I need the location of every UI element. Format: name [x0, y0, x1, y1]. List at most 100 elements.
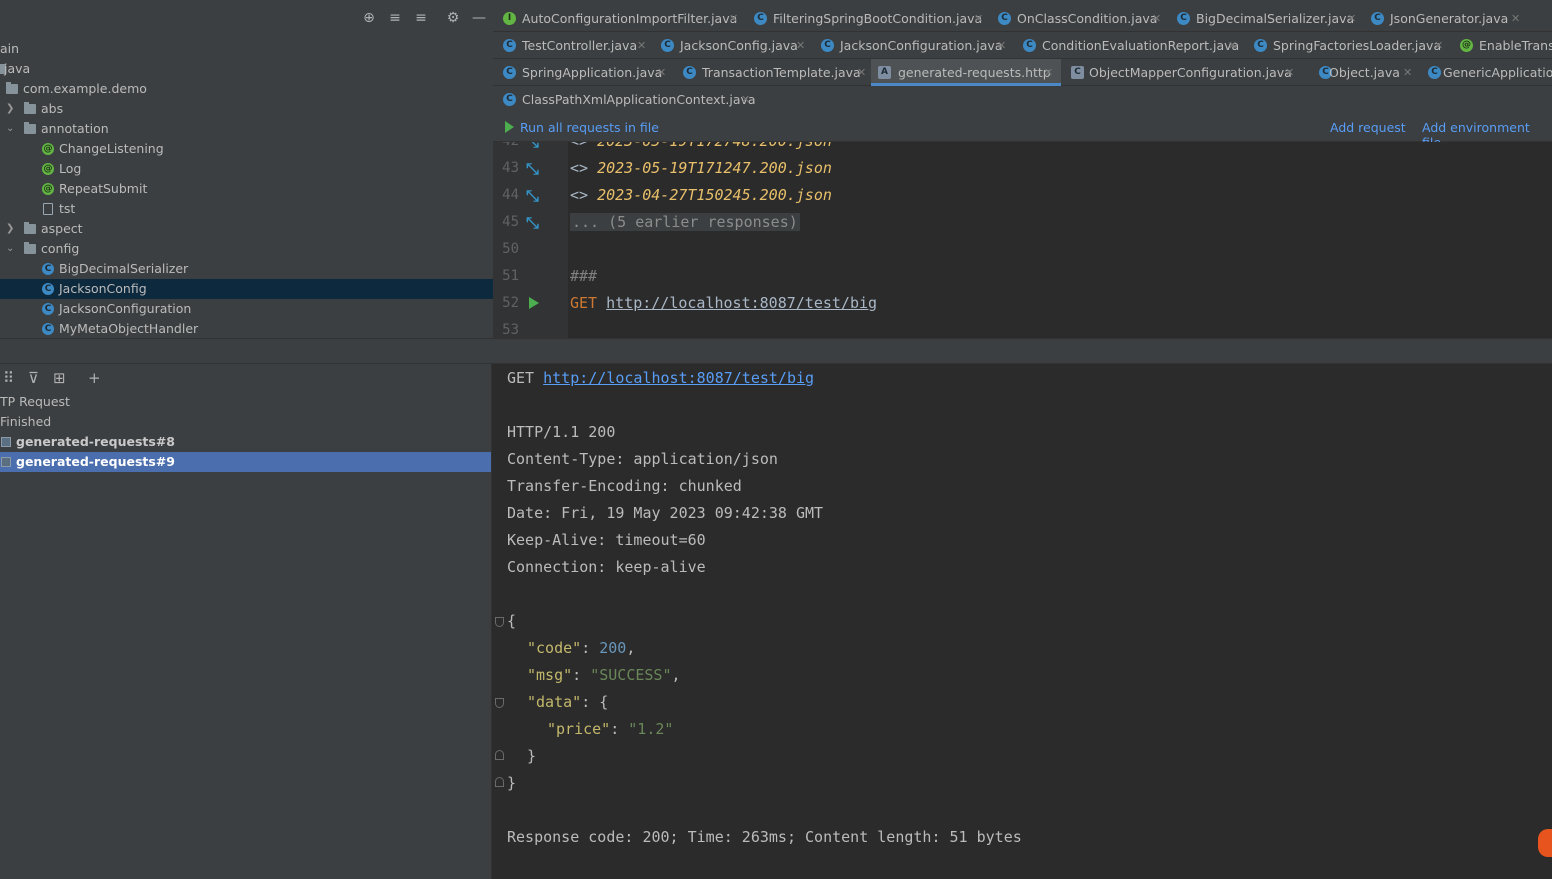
close-icon[interactable]: ✕ [997, 32, 1006, 59]
notification-badge-icon[interactable] [1538, 829, 1552, 857]
run-request-icon[interactable] [529, 297, 539, 309]
tree-item-label: com.example.demo [23, 81, 147, 96]
tree-item-package[interactable]: com.example.demo [0, 79, 493, 99]
chevron-down-icon[interactable]: ⌄ [6, 239, 16, 259]
close-icon[interactable]: ✕ [637, 32, 646, 59]
response-ref-line[interactable]: <> 2023-04-27T150245.200.json [570, 186, 832, 204]
tab-springfactoriesloader[interactable]: C SpringFactoriesLoader.java ✕ [1244, 32, 1444, 59]
group-by-icon[interactable]: ⠿ [3, 369, 14, 387]
add-request-link[interactable]: Add request [1330, 120, 1406, 135]
request-line[interactable]: GET http://localhost:8087/test/big [570, 294, 877, 312]
response-link-icon[interactable]: ⤡ [526, 186, 539, 206]
run-all-requests-button[interactable]: Run all requests in file [505, 120, 659, 135]
panel-splitter[interactable] [0, 338, 1552, 364]
service-group-http-request[interactable]: TP Request [0, 392, 491, 412]
service-item-request-9[interactable]: generated-requests#9 [0, 452, 491, 472]
tree-item-java[interactable]: java [0, 59, 493, 79]
close-icon[interactable]: ✕ [1434, 32, 1443, 59]
close-icon[interactable]: ✕ [1347, 5, 1356, 32]
new-tab-icon[interactable]: ⊞ [53, 369, 66, 387]
tree-item-main[interactable]: ain [0, 39, 493, 59]
tab-conditionevaluationreport[interactable]: C ConditionEvaluationReport.java ✕ [1013, 32, 1239, 59]
tab-jacksonconfiguration[interactable]: C JacksonConfiguration.java ✕ [811, 32, 1011, 59]
folder-icon [24, 222, 36, 234]
gear-icon[interactable]: ⚙ [444, 9, 462, 27]
response-ref-line[interactable]: <> 2023-05-19T171247.200.json [570, 159, 832, 177]
close-icon[interactable]: ✕ [1511, 5, 1520, 32]
tab-filteringspringbootcondition[interactable]: C FilteringSpringBootCondition.java ✕ [744, 5, 984, 32]
json-open-brace: { [507, 612, 517, 630]
interface-icon: I [503, 12, 516, 25]
response-link-icon[interactable]: ⤡ [526, 213, 539, 233]
close-icon[interactable]: ✕ [1285, 59, 1294, 86]
close-icon[interactable]: ✕ [1228, 32, 1237, 59]
tab-bigdecimalserializer[interactable]: C BigDecimalSerializer.java ✕ [1167, 5, 1357, 32]
fold-icon[interactable] [495, 698, 504, 708]
service-label: generated-requests#8 [16, 434, 175, 449]
response-link-icon[interactable]: ⤡ [526, 142, 539, 152]
tree-item-repeatsubmit[interactable]: @ RepeatSubmit [0, 179, 493, 199]
close-icon[interactable]: ✕ [1152, 5, 1161, 32]
response-viewer[interactable]: GET http://localhost:8087/test/big HTTP/… [491, 364, 1552, 879]
service-group-finished[interactable]: Finished [0, 412, 491, 432]
fold-icon[interactable] [495, 617, 504, 627]
close-icon[interactable]: ✕ [657, 59, 666, 86]
response-link-icon[interactable]: ⤡ [526, 159, 539, 179]
response-url-link[interactable]: http://localhost:8087/test/big [543, 369, 814, 387]
tree-item-changelistening[interactable]: @ ChangeListening [0, 139, 493, 159]
tab-genericapplication[interactable]: C GenericApplication [1418, 59, 1552, 86]
tab-objectmapperconfiguration[interactable]: C ObjectMapperConfiguration.java ✕ [1063, 59, 1303, 86]
close-icon[interactable]: ✕ [857, 59, 866, 86]
chevron-down-icon[interactable]: ⌄ [6, 119, 16, 139]
tree-item-jacksonconfig[interactable]: C JacksonConfig [0, 279, 493, 299]
json-msg: "msg": "SUCCESS", [527, 666, 681, 684]
filter-icon[interactable]: ⊽ [28, 369, 39, 387]
annotation-icon: @ [42, 163, 54, 175]
line-number: 53 [502, 322, 519, 338]
close-icon[interactable]: ✕ [796, 32, 805, 59]
tree-item-tst[interactable]: tst [0, 199, 493, 219]
tab-classpathxmlapplicationcontext[interactable]: C ClassPathXmlApplicationContext.java ✕ [493, 86, 756, 113]
expand-all-icon[interactable]: ≡ [386, 9, 404, 27]
line-number: 51 [502, 268, 519, 284]
tree-item-aspect[interactable]: ❯ aspect [0, 219, 493, 239]
close-icon[interactable]: ✕ [1403, 59, 1412, 86]
service-item-request-8[interactable]: generated-requests#8 [0, 432, 491, 452]
tree-item-annotation[interactable]: ⌄ annotation [0, 119, 493, 139]
tab-enabletrans[interactable]: @ EnableTrans [1450, 32, 1552, 59]
close-icon[interactable]: ✕ [974, 5, 983, 32]
tree-item-config[interactable]: ⌄ config [0, 239, 493, 259]
tab-autoconfigurationimportfilter[interactable]: I AutoConfigurationImportFilter.java ✕ [493, 5, 740, 32]
tab-onclasscondition[interactable]: C OnClassCondition.java ✕ [988, 5, 1163, 32]
tab-jsongenerator[interactable]: C JsonGenerator.java ✕ [1361, 5, 1523, 32]
tab-jacksonconfig[interactable]: C JacksonConfig.java ✕ [651, 32, 807, 59]
locate-icon[interactable]: ⊕ [360, 9, 378, 27]
class-icon: C [1371, 12, 1384, 25]
collapsed-responses[interactable]: ... (5 earlier responses) [570, 213, 800, 231]
response-ref-line[interactable]: <> 2023-05-19T172748.200.json [570, 142, 832, 150]
fold-end-icon[interactable] [495, 777, 504, 787]
tree-item-label: abs [41, 101, 64, 116]
line-number: 45 [502, 214, 519, 230]
close-icon[interactable]: ✕ [1044, 59, 1053, 86]
minimize-icon[interactable]: — [470, 9, 488, 27]
tree-item-mymetaobjecthandler[interactable]: C MyMetaObjectHandler [0, 319, 493, 338]
tab-transactiontemplate[interactable]: C TransactionTemplate.java ✕ [673, 59, 869, 86]
close-icon[interactable]: ✕ [741, 86, 750, 113]
project-panel: ⊕ ≡ ≡ ⚙ — ain java com.example.demo ❯ ab… [0, 0, 493, 338]
tree-item-jacksonconfiguration[interactable]: C JacksonConfiguration [0, 299, 493, 319]
tab-springapplication[interactable]: C SpringApplication.java ✕ [493, 59, 669, 86]
tree-item-abs[interactable]: ❯ abs [0, 99, 493, 119]
close-icon[interactable]: ✕ [729, 5, 738, 32]
chevron-right-icon[interactable]: ❯ [6, 219, 16, 239]
chevron-right-icon[interactable]: ❯ [6, 99, 16, 119]
fold-end-icon[interactable] [495, 750, 504, 760]
http-editor[interactable]: 42 ⤡ <> 2023-05-19T172748.200.json 43 ⤡ … [493, 142, 1552, 338]
collapse-all-icon[interactable]: ≡ [412, 9, 430, 27]
tab-object[interactable]: C Object.java ✕ [1309, 59, 1415, 86]
add-icon[interactable]: + [88, 369, 101, 387]
tree-item-bigdecimalserializer[interactable]: C BigDecimalSerializer [0, 259, 493, 279]
tree-item-log[interactable]: @ Log [0, 159, 493, 179]
tab-testcontroller[interactable]: C TestController.java ✕ [493, 32, 649, 59]
tab-generated-requests[interactable]: A generated-requests.http ✕ [871, 59, 1061, 86]
